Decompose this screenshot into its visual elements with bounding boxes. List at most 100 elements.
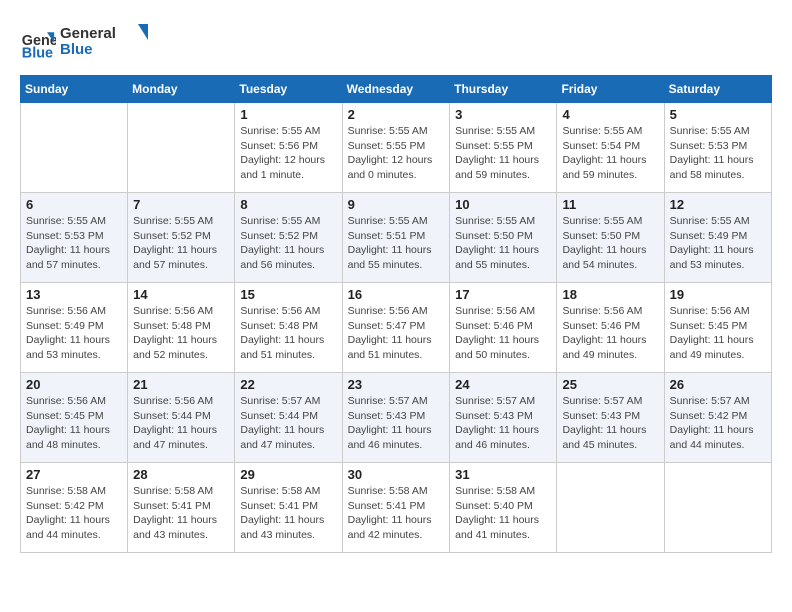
day-info: Sunrise: 5:56 AMSunset: 5:44 PMDaylight:… [133, 394, 229, 453]
calendar-cell: 5Sunrise: 5:55 AMSunset: 5:53 PMDaylight… [664, 103, 771, 193]
calendar-cell [128, 103, 235, 193]
day-number: 8 [240, 197, 336, 212]
calendar-week-4: 20 Sunrise: 5:56 AMSunset: 5:45 PMDayligh… [21, 373, 772, 463]
svg-text:General: General [60, 25, 116, 42]
day-info: Sunrise: 5:56 AMSunset: 5:48 PMDaylight:… [240, 304, 336, 363]
calendar-cell: 6 Sunrise: 5:55 AMSunset: 5:53 PMDaylight… [21, 193, 128, 283]
day-number: 16 [348, 287, 445, 302]
day-number: 20 [26, 377, 122, 392]
calendar-cell: 31 Sunrise: 5:58 AMSunset: 5:40 PMDayligh… [450, 463, 557, 553]
day-info: Sunrise: 5:58 AMSunset: 5:41 PMDaylight:… [348, 484, 445, 543]
day-number: 6 [26, 197, 122, 212]
logo: General Blue General Blue [20, 20, 150, 65]
calendar-cell: 11 Sunrise: 5:55 AMSunset: 5:50 PMDayligh… [557, 193, 664, 283]
day-info: Sunrise: 5:56 AMSunset: 5:49 PMDaylight:… [26, 304, 122, 363]
day-info: Sunrise: 5:58 AMSunset: 5:42 PMDaylight:… [26, 484, 122, 543]
day-number: 2 [348, 107, 445, 122]
column-header-sunday: Sunday [21, 76, 128, 103]
day-number: 13 [26, 287, 122, 302]
calendar-cell: 14 Sunrise: 5:56 AMSunset: 5:48 PMDayligh… [128, 283, 235, 373]
calendar-cell: 18Sunrise: 5:56 AMSunset: 5:46 PMDayligh… [557, 283, 664, 373]
day-number: 31 [455, 467, 551, 482]
day-number: 15 [240, 287, 336, 302]
calendar-cell [664, 463, 771, 553]
logo-icon: General Blue [20, 25, 56, 61]
day-info: Sunrise: 5:55 AMSunset: 5:50 PMDaylight:… [562, 214, 658, 273]
calendar-cell: 2 Sunrise: 5:55 AMSunset: 5:55 PMDaylight… [342, 103, 450, 193]
day-info: Sunrise: 5:55 AMSunset: 5:54 PMDaylight:… [562, 124, 658, 183]
page-header: General Blue General Blue [20, 20, 772, 65]
column-header-tuesday: Tuesday [235, 76, 342, 103]
calendar-cell: 13 Sunrise: 5:56 AMSunset: 5:49 PMDayligh… [21, 283, 128, 373]
day-info: Sunrise: 5:57 AMSunset: 5:44 PMDaylight:… [240, 394, 336, 453]
calendar-cell: 16Sunrise: 5:56 AMSunset: 5:47 PMDayligh… [342, 283, 450, 373]
day-number: 4 [562, 107, 658, 122]
calendar-cell: 17 Sunrise: 5:56 AMSunset: 5:46 PMDayligh… [450, 283, 557, 373]
day-number: 27 [26, 467, 122, 482]
day-number: 24 [455, 377, 551, 392]
day-info: Sunrise: 5:55 AMSunset: 5:51 PMDaylight:… [348, 214, 445, 273]
day-number: 25 [562, 377, 658, 392]
day-number: 10 [455, 197, 551, 212]
day-info: Sunrise: 5:58 AMSunset: 5:41 PMDaylight:… [240, 484, 336, 543]
day-number: 11 [562, 197, 658, 212]
day-number: 3 [455, 107, 551, 122]
day-number: 14 [133, 287, 229, 302]
day-number: 19 [670, 287, 766, 302]
day-info: Sunrise: 5:58 AMSunset: 5:40 PMDaylight:… [455, 484, 551, 543]
calendar-cell: 4 Sunrise: 5:55 AMSunset: 5:54 PMDaylight… [557, 103, 664, 193]
day-number: 22 [240, 377, 336, 392]
day-info: Sunrise: 5:57 AMSunset: 5:43 PMDaylight:… [348, 394, 445, 453]
day-number: 30 [348, 467, 445, 482]
calendar-cell: 12Sunrise: 5:55 AMSunset: 5:49 PMDayligh… [664, 193, 771, 283]
day-number: 1 [240, 107, 336, 122]
day-number: 21 [133, 377, 229, 392]
column-header-saturday: Saturday [664, 76, 771, 103]
calendar-cell: 22 Sunrise: 5:57 AMSunset: 5:44 PMDayligh… [235, 373, 342, 463]
day-info: Sunrise: 5:55 AMSunset: 5:55 PMDaylight:… [348, 124, 445, 183]
day-info: Sunrise: 5:57 AMSunset: 5:43 PMDaylight:… [455, 394, 551, 453]
day-number: 17 [455, 287, 551, 302]
day-info: Sunrise: 5:56 AMSunset: 5:45 PMDaylight:… [670, 304, 766, 363]
calendar-header-row: SundayMondayTuesdayWednesdayThursdayFrid… [21, 76, 772, 103]
column-header-thursday: Thursday [450, 76, 557, 103]
calendar-cell: 27 Sunrise: 5:58 AMSunset: 5:42 PMDayligh… [21, 463, 128, 553]
calendar-cell: 24 Sunrise: 5:57 AMSunset: 5:43 PMDayligh… [450, 373, 557, 463]
day-info: Sunrise: 5:55 AMSunset: 5:52 PMDaylight:… [133, 214, 229, 273]
calendar-cell: 10 Sunrise: 5:55 AMSunset: 5:50 PMDayligh… [450, 193, 557, 283]
day-number: 18 [562, 287, 658, 302]
day-number: 23 [348, 377, 445, 392]
svg-text:Blue: Blue [22, 45, 53, 61]
calendar-cell: 21 Sunrise: 5:56 AMSunset: 5:44 PMDayligh… [128, 373, 235, 463]
day-info: Sunrise: 5:56 AMSunset: 5:45 PMDaylight:… [26, 394, 122, 453]
day-info: Sunrise: 5:55 AMSunset: 5:53 PMDaylight:… [670, 124, 766, 183]
day-number: 28 [133, 467, 229, 482]
column-header-friday: Friday [557, 76, 664, 103]
calendar-cell [557, 463, 664, 553]
day-info: Sunrise: 5:56 AMSunset: 5:46 PMDaylight:… [455, 304, 551, 363]
calendar-cell: 30 Sunrise: 5:58 AMSunset: 5:41 PMDayligh… [342, 463, 450, 553]
calendar-cell: 9Sunrise: 5:55 AMSunset: 5:51 PMDaylight… [342, 193, 450, 283]
day-info: Sunrise: 5:55 AMSunset: 5:55 PMDaylight:… [455, 124, 551, 183]
day-info: Sunrise: 5:56 AMSunset: 5:48 PMDaylight:… [133, 304, 229, 363]
calendar-cell: 3 Sunrise: 5:55 AMSunset: 5:55 PMDaylight… [450, 103, 557, 193]
calendar-week-5: 27 Sunrise: 5:58 AMSunset: 5:42 PMDayligh… [21, 463, 772, 553]
day-number: 7 [133, 197, 229, 212]
day-info: Sunrise: 5:55 AMSunset: 5:53 PMDaylight:… [26, 214, 122, 273]
calendar-cell: 20 Sunrise: 5:56 AMSunset: 5:45 PMDayligh… [21, 373, 128, 463]
day-info: Sunrise: 5:55 AMSunset: 5:49 PMDaylight:… [670, 214, 766, 273]
day-info: Sunrise: 5:55 AMSunset: 5:50 PMDaylight:… [455, 214, 551, 273]
calendar-cell: 26Sunrise: 5:57 AMSunset: 5:42 PMDayligh… [664, 373, 771, 463]
calendar-cell: 8 Sunrise: 5:55 AMSunset: 5:52 PMDaylight… [235, 193, 342, 283]
calendar-week-3: 13 Sunrise: 5:56 AMSunset: 5:49 PMDayligh… [21, 283, 772, 373]
calendar-table: SundayMondayTuesdayWednesdayThursdayFrid… [20, 75, 772, 553]
day-info: Sunrise: 5:55 AMSunset: 5:56 PMDaylight:… [240, 124, 336, 183]
day-info: Sunrise: 5:57 AMSunset: 5:43 PMDaylight:… [562, 394, 658, 453]
calendar-cell: 23 Sunrise: 5:57 AMSunset: 5:43 PMDayligh… [342, 373, 450, 463]
day-info: Sunrise: 5:55 AMSunset: 5:52 PMDaylight:… [240, 214, 336, 273]
calendar-week-2: 6 Sunrise: 5:55 AMSunset: 5:53 PMDaylight… [21, 193, 772, 283]
calendar-cell: 28 Sunrise: 5:58 AMSunset: 5:41 PMDayligh… [128, 463, 235, 553]
day-info: Sunrise: 5:58 AMSunset: 5:41 PMDaylight:… [133, 484, 229, 543]
calendar-cell: 19 Sunrise: 5:56 AMSunset: 5:45 PMDayligh… [664, 283, 771, 373]
calendar-cell [21, 103, 128, 193]
